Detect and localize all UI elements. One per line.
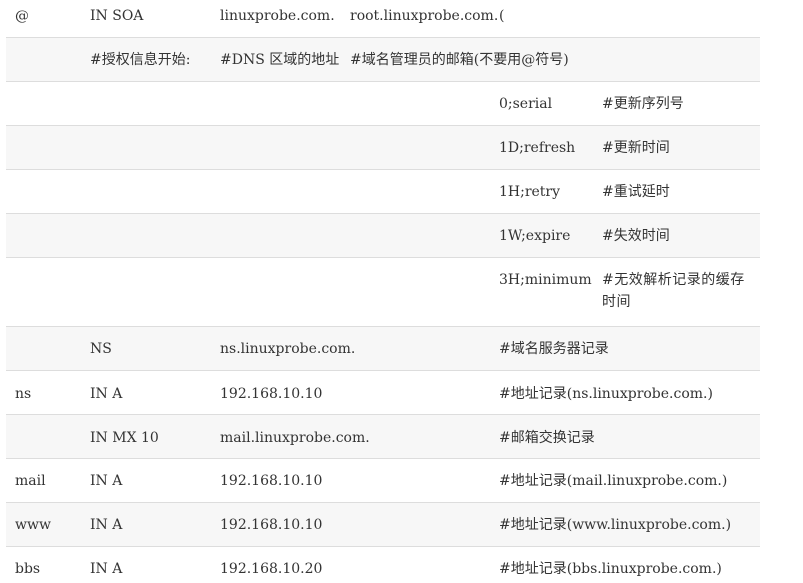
table-cell: root.linuxprobe.com. <box>350 8 499 24</box>
table-cell: 192.168.10.20 <box>220 561 323 577</box>
table-cell: 1D;refresh <box>499 140 576 156</box>
table-row: mail IN A 192.168.10.10 #地址记录(mail.linux… <box>6 459 760 503</box>
table-cell: IN SOA <box>90 8 144 24</box>
table-cell: 0;serial <box>499 96 553 112</box>
table-cell: #授权信息开始: <box>90 52 191 68</box>
table-cell: #失效时间 <box>602 228 670 244</box>
table-row: IN MX 10 mail.linuxprobe.com. #邮箱交换记录 <box>6 415 760 459</box>
table-cell: #更新时间 <box>602 140 670 156</box>
table-cell: NS <box>90 341 112 357</box>
table-row: www IN A 192.168.10.10 #地址记录(www.linuxpr… <box>6 503 760 547</box>
table-cell: #域名服务器记录 <box>499 341 609 357</box>
table-cell: 1W;expire <box>499 228 571 244</box>
table-cell: #地址记录(mail.linuxprobe.com.) <box>499 473 728 489</box>
table-cell: 192.168.10.10 <box>220 473 323 489</box>
table-row: @ IN SOA linuxprobe.com. root.linuxprobe… <box>6 0 760 38</box>
table-cell: #地址记录(ns.linuxprobe.com.) <box>499 386 713 402</box>
table-cell: 1H;retry <box>499 184 561 200</box>
table-cell: ( <box>499 8 505 24</box>
table-row: 1H;retry #重试延时 <box>6 170 760 214</box>
table-cell: 192.168.10.10 <box>220 517 323 533</box>
table-cell: IN A <box>90 473 123 489</box>
table-cell: #地址记录(www.linuxprobe.com.) <box>499 517 732 533</box>
table-cell: #地址记录(bbs.linuxprobe.com.) <box>499 561 722 577</box>
table-cell: mail <box>15 473 46 489</box>
table-cell: #重试延时 <box>602 184 670 200</box>
table-cell: linuxprobe.com. <box>220 8 335 24</box>
table-cell: bbs <box>15 561 41 577</box>
table-row: NS ns.linuxprobe.com. #域名服务器记录 <box>6 327 760 371</box>
table-cell: #域名管理员的邮箱(不要用@符号) <box>350 52 569 68</box>
table-row: bbs IN A 192.168.10.20 #地址记录(bbs.linuxpr… <box>6 547 760 583</box>
table-cell: IN A <box>90 386 123 402</box>
table-row: #授权信息开始: #DNS 区域的地址 #域名管理员的邮箱(不要用@符号) <box>6 38 760 82</box>
table-cell: mail.linuxprobe.com. <box>220 430 370 446</box>
table-row: ns IN A 192.168.10.10 #地址记录(ns.linuxprob… <box>6 371 760 415</box>
table-cell: IN A <box>90 517 123 533</box>
table-row: 3H;minimum #无效解析记录的缓存时间 <box>6 258 760 327</box>
table-row: 1W;expire #失效时间 <box>6 214 760 258</box>
table-cell: @ <box>15 8 29 24</box>
table-cell: ns.linuxprobe.com. <box>220 341 356 357</box>
table-row: 0;serial #更新序列号 <box>6 82 760 126</box>
table-cell: #邮箱交换记录 <box>499 430 595 446</box>
table-cell: #更新序列号 <box>602 96 684 112</box>
table-cell: ns <box>15 386 32 402</box>
table-cell: 192.168.10.10 <box>220 386 323 402</box>
table-cell: 3H;minimum <box>499 272 592 288</box>
table-cell: #DNS 区域的地址 <box>220 52 340 68</box>
table-cell: IN A <box>90 561 123 577</box>
table-cell: #无效解析记录的缓存时间 <box>602 272 745 310</box>
table-cell: www <box>15 517 51 533</box>
table-cell: IN MX 10 <box>90 430 159 446</box>
table-row: 1D;refresh #更新时间 <box>6 126 760 170</box>
dns-zone-table: @ IN SOA linuxprobe.com. root.linuxprobe… <box>6 0 760 583</box>
